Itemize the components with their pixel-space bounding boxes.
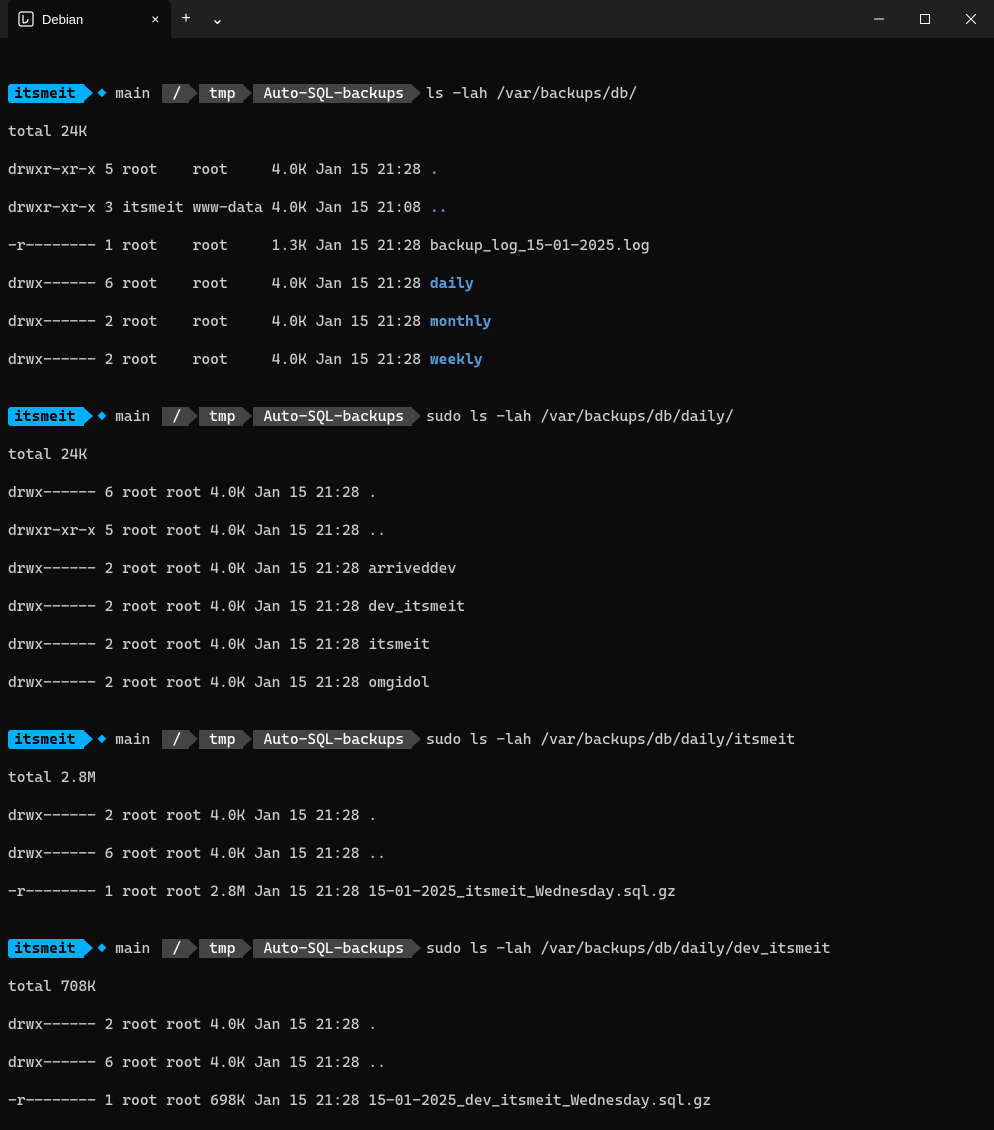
prompt-user: itsmeit: [8, 84, 84, 103]
prompt-line: itsmeit ◆ main / tmp Auto-SQL-backups sudo ls…: [8, 407, 986, 426]
output-line: total 24K: [8, 122, 986, 141]
prompt-branch: ◆ main: [94, 407, 153, 426]
output-line: total 2.8M: [8, 768, 986, 787]
prompt-path-3: Auto-SQL-backups: [253, 84, 412, 103]
close-button[interactable]: [948, 0, 994, 38]
prompt-path-2: tmp: [199, 84, 243, 103]
command-text: sudo ls -lah /var/backups/db/daily/: [426, 407, 734, 426]
output-line: drwx------ 6 root root 4.0K Jan 15 21:28…: [8, 1053, 986, 1072]
prompt-path-1: /: [162, 939, 189, 958]
prompt-path-3: Auto-SQL-backups: [253, 407, 412, 426]
prompt-user: itsmeit: [8, 407, 84, 426]
output-line: drwxr-xr-x 3 itsmeit www-data 4.0K Jan 1…: [8, 198, 986, 217]
output-line: drwx------ 6 root root 4.0K Jan 15 21:28…: [8, 274, 986, 293]
output-line: total 24K: [8, 445, 986, 464]
prompt-user: itsmeit: [8, 730, 84, 749]
output-line: drwx------ 2 root root 4.0K Jan 15 21:28…: [8, 673, 986, 692]
output-line: drwx------ 6 root root 4.0K Jan 15 21:28…: [8, 844, 986, 863]
prompt-path-1: /: [162, 730, 189, 749]
prompt-branch: ◆ main: [94, 84, 153, 103]
prompt-line: itsmeit ◆ main / tmp Auto-SQL-backups sudo ls…: [8, 730, 986, 749]
output-line: drwx------ 2 root root 4.0K Jan 15 21:28…: [8, 1015, 986, 1034]
output-line: drwxr-xr-x 5 root root 4.0K Jan 15 21:28…: [8, 160, 986, 179]
terminal-output[interactable]: itsmeit ◆ main / tmp Auto-SQL-backups ls -lah…: [0, 38, 994, 1130]
prompt-path-1: /: [162, 84, 189, 103]
output-line: drwx------ 2 root root 4.0K Jan 15 21:28…: [8, 635, 986, 654]
output-line: drwx------ 2 root root 4.0K Jan 15 21:28…: [8, 350, 986, 369]
output-line: -r-------- 1 root root 2.8M Jan 15 21:28…: [8, 882, 986, 901]
prompt-branch: ◆ main: [94, 730, 153, 749]
command-text: sudo ls -lah /var/backups/db/daily/dev_i…: [426, 939, 830, 958]
prompt-path-3: Auto-SQL-backups: [253, 939, 412, 958]
prompt-path-1: /: [162, 407, 189, 426]
command-text: sudo ls -lah /var/backups/db/daily/itsme…: [426, 730, 795, 749]
prompt-branch: ◆ main: [94, 939, 153, 958]
output-line: drwx------ 2 root root 4.0K Jan 15 21:28…: [8, 559, 986, 578]
output-line: drwx------ 2 root root 4.0K Jan 15 21:28…: [8, 597, 986, 616]
command-text: ls -lah /var/backups/db/: [426, 84, 637, 103]
prompt-line: itsmeit ◆ main / tmp Auto-SQL-backups ls -lah…: [8, 84, 986, 103]
close-icon[interactable]: ×: [151, 11, 159, 27]
tab-debian[interactable]: Debian ×: [8, 0, 171, 38]
output-line: drwx------ 2 root root 4.0K Jan 15 21:28…: [8, 312, 986, 331]
prompt-path-2: tmp: [199, 939, 243, 958]
debian-icon: [18, 11, 34, 27]
tab-title: Debian: [42, 12, 83, 27]
tab-dropdown-icon[interactable]: ⌄: [201, 9, 234, 29]
output-line: drwx------ 2 root root 4.0K Jan 15 21:28…: [8, 806, 986, 825]
output-line: -r-------- 1 root root 1.3K Jan 15 21:28…: [8, 236, 986, 255]
new-tab-button[interactable]: +: [171, 10, 200, 28]
prompt-path-2: tmp: [199, 730, 243, 749]
titlebar: Debian × + ⌄: [0, 0, 994, 38]
output-line: -r-------- 1 root root 698K Jan 15 21:28…: [8, 1091, 986, 1110]
minimize-button[interactable]: [856, 0, 902, 38]
window-controls: [856, 0, 994, 38]
output-line: drwx------ 6 root root 4.0K Jan 15 21:28…: [8, 483, 986, 502]
output-line: drwxr-xr-x 5 root root 4.0K Jan 15 21:28…: [8, 521, 986, 540]
output-line: total 708K: [8, 977, 986, 996]
prompt-user: itsmeit: [8, 939, 84, 958]
prompt-line: itsmeit ◆ main / tmp Auto-SQL-backups sudo ls…: [8, 939, 986, 958]
maximize-button[interactable]: [902, 0, 948, 38]
prompt-path-3: Auto-SQL-backups: [253, 730, 412, 749]
prompt-path-2: tmp: [199, 407, 243, 426]
